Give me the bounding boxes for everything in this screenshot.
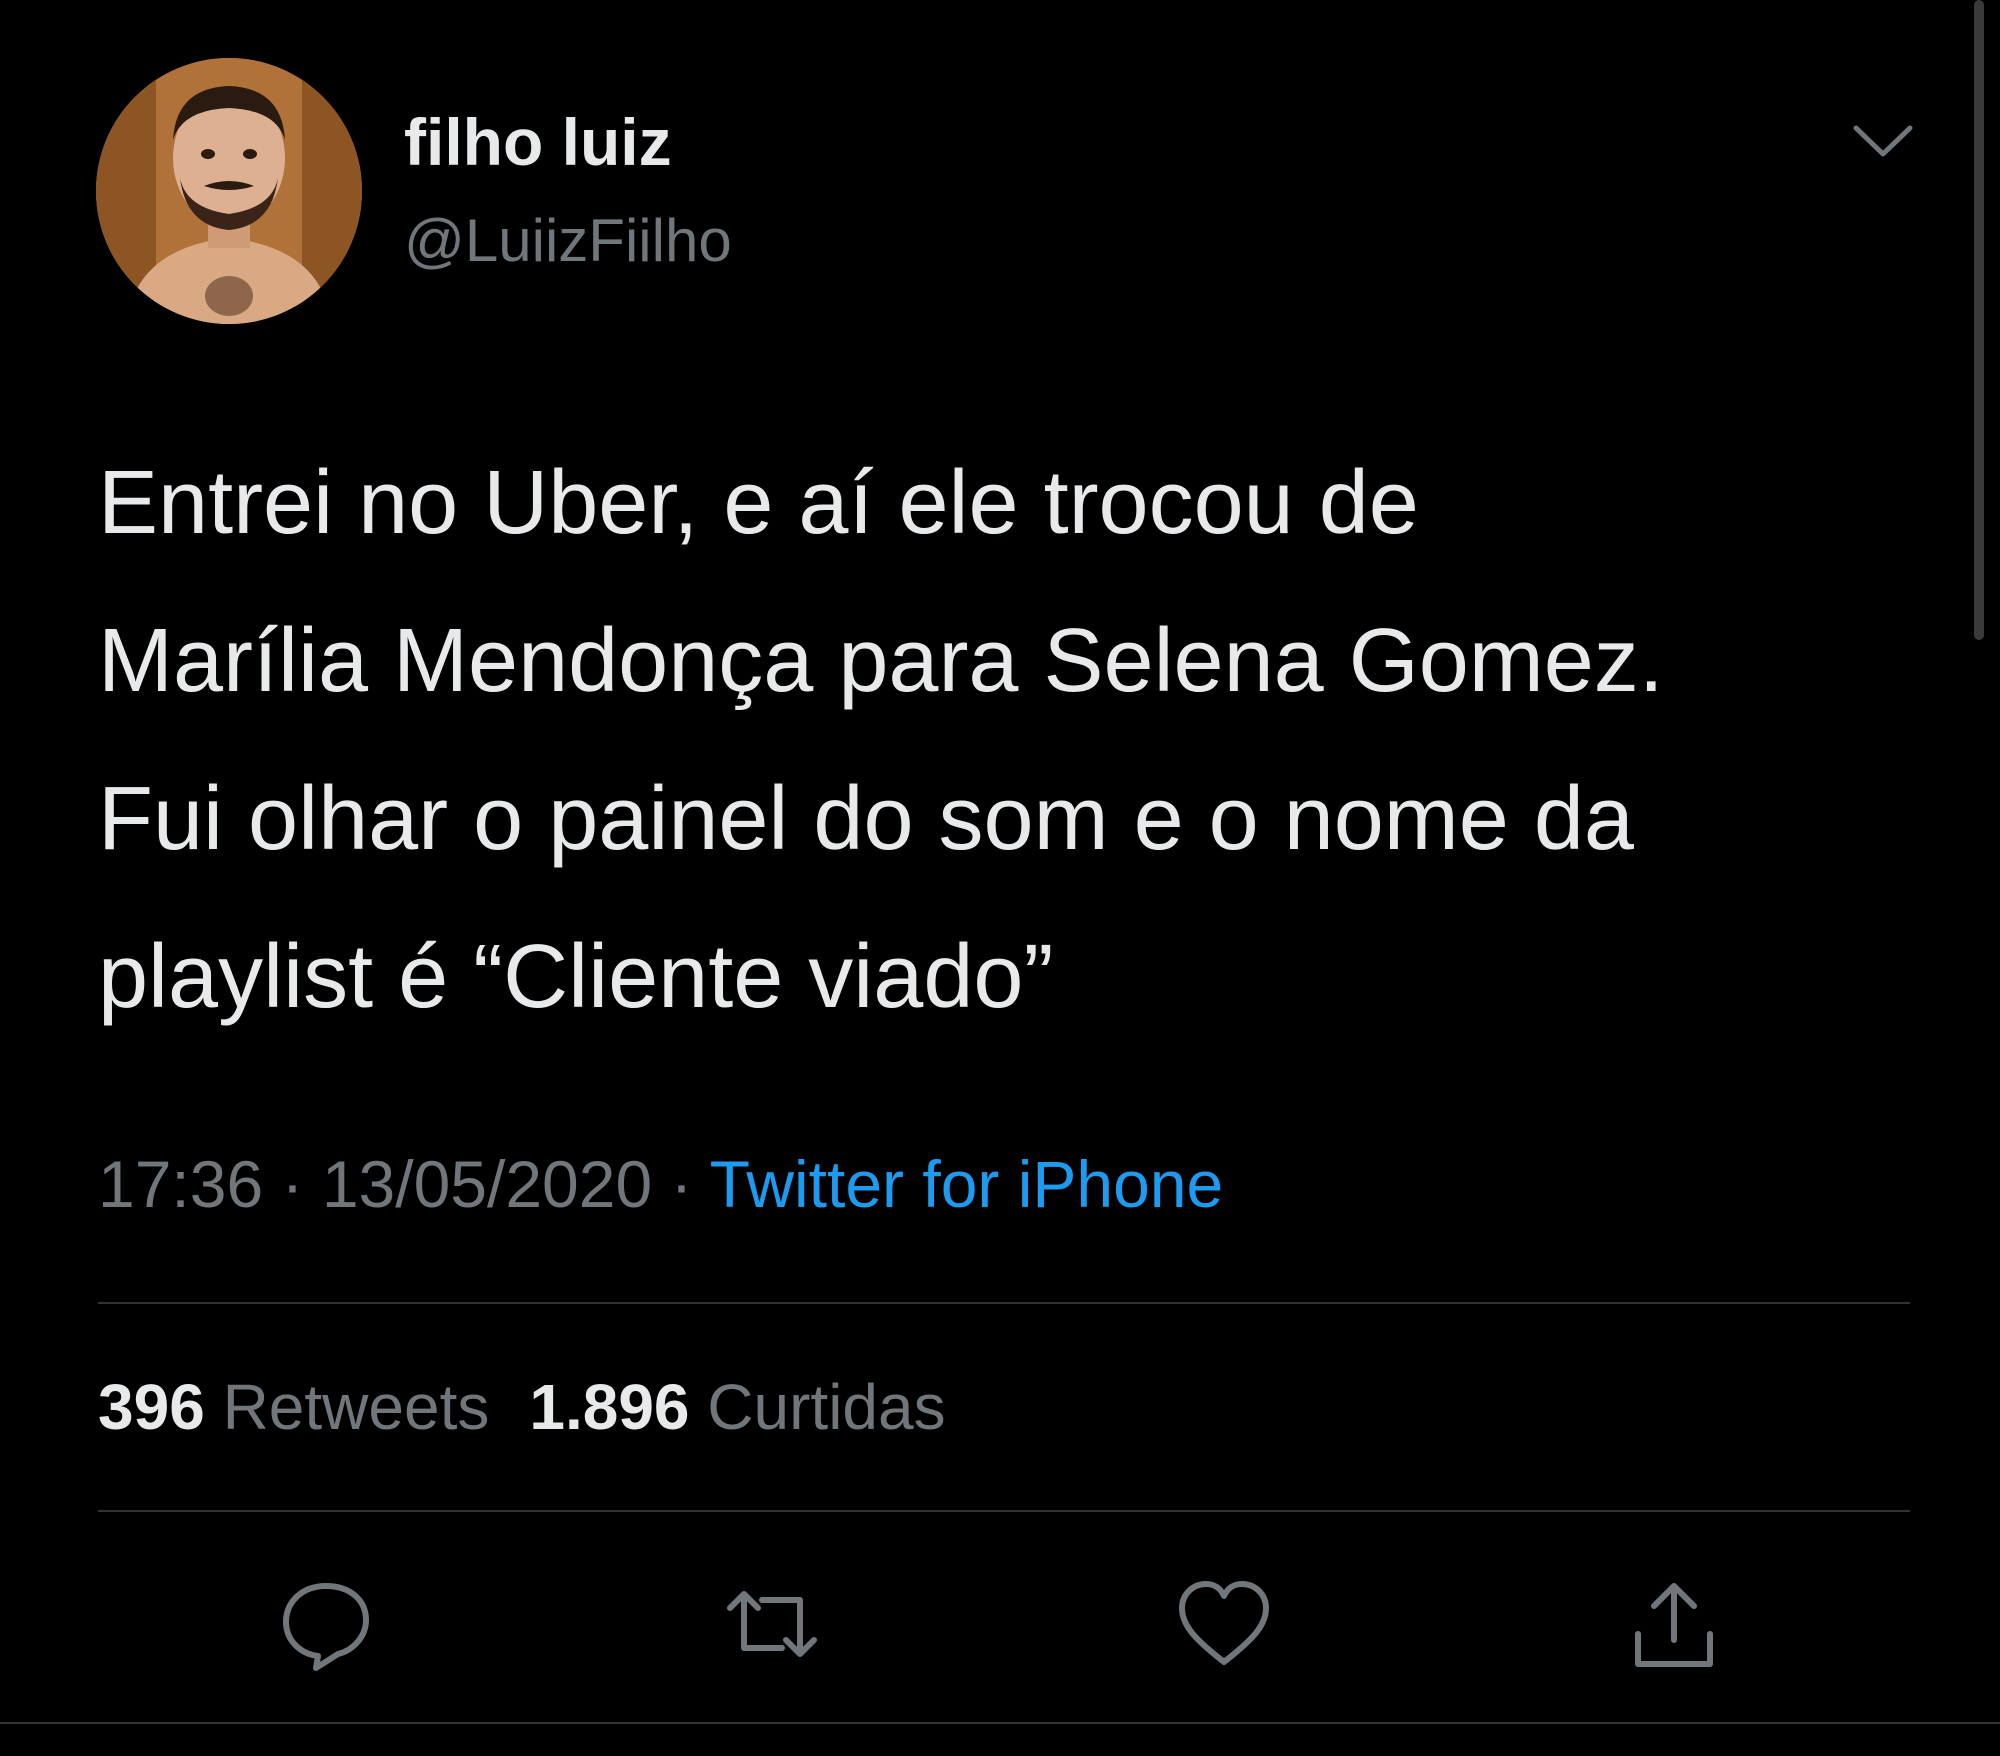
reply-icon[interactable] xyxy=(276,1574,376,1674)
tweet-detail: filho luiz @LuiizFiilho Entrei no Uber, … xyxy=(0,0,2000,1756)
likes-count: 1.896 xyxy=(529,1371,690,1443)
tweet-text-line: playlist é “Cliente viado” xyxy=(98,927,1054,1027)
tweet-text-line: Entrei no Uber, e aí ele trocou de xyxy=(98,453,1419,553)
retweets-label: Retweets xyxy=(222,1371,490,1443)
share-icon[interactable] xyxy=(1624,1574,1724,1674)
divider xyxy=(0,1722,2000,1724)
retweet-icon[interactable] xyxy=(722,1574,822,1674)
meta-separator: · xyxy=(670,1147,693,1221)
meta-separator: · xyxy=(281,1147,304,1221)
retweets-count: 396 xyxy=(98,1371,205,1443)
user-handle[interactable]: @LuiizFiilho xyxy=(404,206,732,275)
tweet-time[interactable]: 17:36 xyxy=(98,1147,263,1221)
retweets-stat[interactable]: 396 Retweets xyxy=(98,1371,489,1443)
tweet-text-line: Fui olhar o painel do som e o nome da xyxy=(98,769,1634,869)
scrollbar[interactable] xyxy=(1974,0,1984,640)
tweet-text: Entrei no Uber, e aí ele trocou de Maríl… xyxy=(98,424,1968,1056)
divider xyxy=(98,1302,1910,1304)
heart-icon[interactable] xyxy=(1174,1574,1274,1674)
likes-label: Curtidas xyxy=(707,1371,946,1443)
tweet-metadata: 17:36 · 13/05/2020 · Twitter for iPhone xyxy=(98,1146,1223,1222)
likes-stat[interactable]: 1.896 Curtidas xyxy=(529,1371,945,1443)
tweet-text-line: Marília Mendonça para Selena Gomez. xyxy=(98,611,1664,711)
avatar-image xyxy=(96,58,362,324)
avatar[interactable] xyxy=(96,58,362,324)
engagement-stats: 396 Retweets 1.896 Curtidas xyxy=(98,1370,946,1444)
display-name[interactable]: filho luiz xyxy=(404,104,672,180)
tweet-date[interactable]: 13/05/2020 xyxy=(322,1147,652,1221)
chevron-down-icon[interactable] xyxy=(1850,116,1916,166)
tweet-source-link[interactable]: Twitter for iPhone xyxy=(710,1147,1224,1221)
divider xyxy=(98,1510,1910,1512)
